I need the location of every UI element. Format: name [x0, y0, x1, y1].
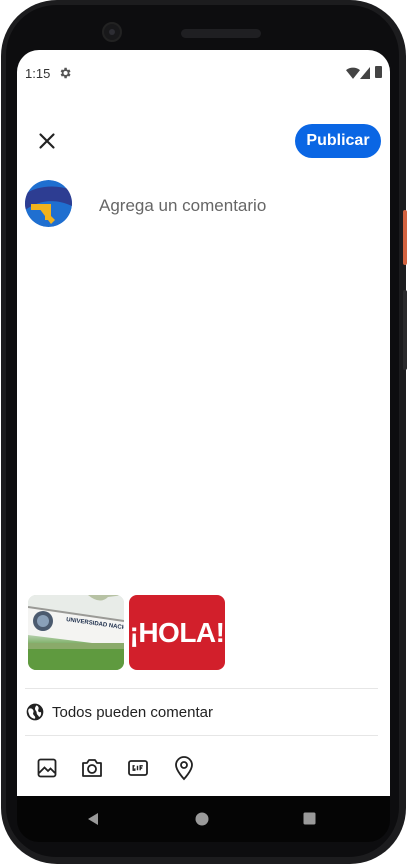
- earpiece-speaker: [181, 29, 261, 38]
- universidad-image[interactable]: UNIVERSIDAD NACIONAL: [28, 595, 124, 670]
- divider: [25, 735, 378, 736]
- system-nav-bar: [17, 796, 390, 842]
- hola-logo-text: ¡HOLA!: [129, 616, 225, 648]
- universidad-photo: UNIVERSIDAD NACIONAL: [28, 595, 124, 670]
- home-icon[interactable]: [195, 812, 209, 826]
- avatar: [25, 180, 72, 227]
- close-icon[interactable]: [34, 128, 60, 154]
- comment-visibility-setting[interactable]: Todos pueden comentar: [25, 698, 213, 726]
- signal-icon: [360, 67, 370, 79]
- globe-icon: [26, 703, 44, 721]
- image-icon[interactable]: [35, 756, 59, 780]
- visibility-label: Todos pueden comentar: [52, 703, 213, 721]
- recents-icon[interactable]: [303, 812, 316, 825]
- avatar-logo: [25, 180, 72, 227]
- divider: [25, 688, 378, 689]
- camera-icon[interactable]: [80, 756, 104, 780]
- app-screen: 1:15 Publicar Agrega un comentario UNIVE…: [17, 50, 390, 796]
- comment-input[interactable]: [97, 190, 381, 222]
- gif-icon[interactable]: [126, 756, 150, 780]
- phone-frame: 1:15 Publicar Agrega un comentario UNIVE…: [0, 0, 407, 864]
- hola-image[interactable]: ¡HOLA!: [129, 595, 225, 670]
- volume-button: [403, 290, 407, 370]
- front-camera: [102, 22, 122, 42]
- back-icon[interactable]: [86, 812, 100, 826]
- composer-toolbar: [17, 752, 390, 788]
- battery-icon: [375, 66, 382, 78]
- publish-button[interactable]: Publicar: [295, 124, 381, 158]
- power-button: [403, 210, 407, 265]
- status-time: 1:15: [25, 66, 51, 81]
- location-icon[interactable]: [172, 753, 196, 781]
- status-bar: 1:15: [17, 50, 390, 96]
- gear-icon: [60, 67, 71, 79]
- wifi-icon: [346, 67, 360, 79]
